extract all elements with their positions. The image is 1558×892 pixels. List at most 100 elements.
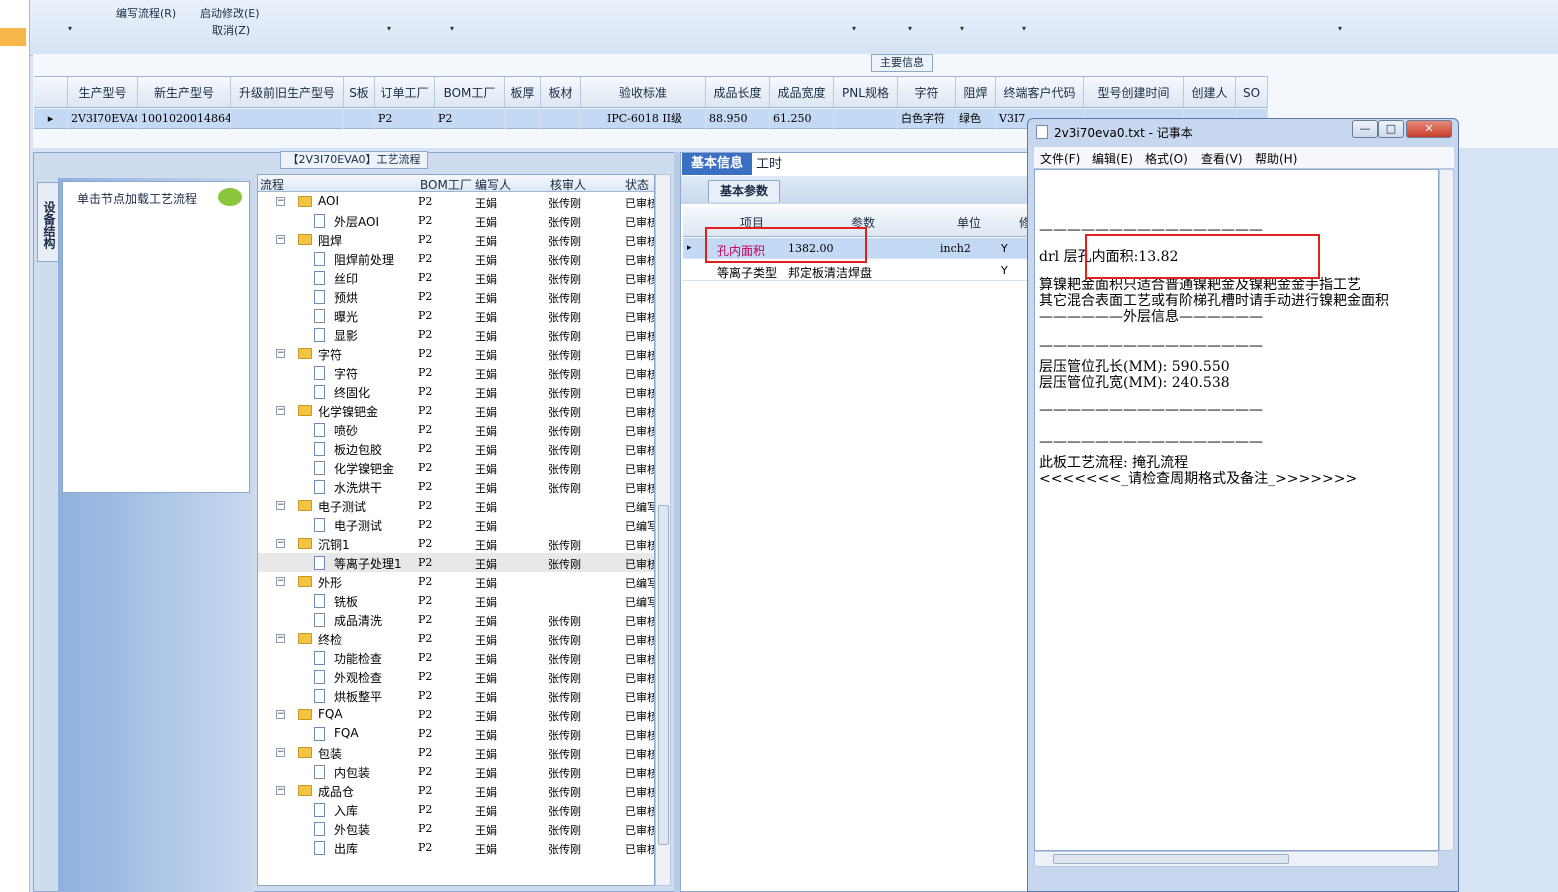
chevron-down-icon[interactable]: ▾ bbox=[68, 24, 72, 33]
collapse-icon[interactable]: − bbox=[276, 577, 285, 586]
tree-row[interactable]: 铣板 P2 王娟 已编写 bbox=[258, 591, 654, 610]
grid-col-header[interactable]: 板材 bbox=[541, 77, 581, 109]
grid-col-header[interactable]: 升级前旧生产型号 bbox=[231, 77, 344, 109]
chevron-down-icon[interactable]: ▾ bbox=[1338, 24, 1342, 33]
tree-row[interactable]: 丝印 P2 王娟 张传刚 已审核 bbox=[258, 268, 654, 287]
grid-col-header[interactable]: 型号创建时间 bbox=[1084, 77, 1184, 109]
tree-row[interactable]: 外包装 P2 王娟 张传刚 已审核 bbox=[258, 819, 654, 838]
collapse-icon[interactable]: − bbox=[276, 786, 285, 795]
grid-col-header[interactable]: 板厚 bbox=[505, 77, 541, 109]
chevron-down-icon[interactable]: ▾ bbox=[908, 24, 912, 33]
close-button[interactable]: ✕ bbox=[1406, 120, 1452, 138]
collapse-icon[interactable]: − bbox=[276, 501, 285, 510]
tree-col-header[interactable]: 状态 bbox=[625, 176, 649, 193]
tree-row[interactable]: 终固化 P2 王娟 张传刚 已审核 bbox=[258, 382, 654, 401]
menu-format[interactable]: 格式(O) bbox=[1145, 150, 1188, 167]
chevron-down-icon[interactable]: ▾ bbox=[852, 24, 856, 33]
collapse-icon[interactable]: − bbox=[276, 634, 285, 643]
tree-row[interactable]: − 电子测试 P2 王娟 已编写 bbox=[258, 496, 654, 515]
grid-col-header[interactable]: 订单工厂 bbox=[375, 77, 435, 109]
tree-scroll-thumb[interactable] bbox=[658, 505, 669, 845]
tree-col-header[interactable]: 核审人 bbox=[550, 176, 586, 193]
tree-row[interactable]: 水洗烘干 P2 王娟 张传刚 已审核 bbox=[258, 477, 654, 496]
collapse-icon[interactable]: − bbox=[276, 710, 285, 719]
chevron-down-icon[interactable]: ▾ bbox=[387, 24, 391, 33]
tree-row[interactable]: 阻焊前处理 P2 王娟 张传刚 已审核 bbox=[258, 249, 654, 268]
tree-row[interactable]: − 化学镍钯金 P2 王娟 张传刚 已审核 bbox=[258, 401, 654, 420]
tree-row[interactable]: 烘板整平 P2 王娟 张传刚 已审核 bbox=[258, 686, 654, 705]
collapse-icon[interactable]: − bbox=[276, 748, 285, 757]
grid-col-header[interactable]: 成品宽度 bbox=[770, 77, 834, 109]
tree-row[interactable]: 化学镍钯金 P2 王娟 张传刚 已审核 bbox=[258, 458, 654, 477]
ribbon-start-edit[interactable]: 启动修改(E) bbox=[200, 5, 260, 21]
collapse-icon[interactable]: − bbox=[276, 235, 285, 244]
notepad-vertical-scrollbar[interactable] bbox=[1439, 169, 1454, 851]
tree-row[interactable]: − 外形 P2 王娟 已编写 bbox=[258, 572, 654, 591]
grid-col-header[interactable]: BOM工厂 bbox=[435, 77, 505, 109]
grid-col-header[interactable]: 字符 bbox=[898, 77, 956, 109]
tree-row[interactable]: 板边包胶 P2 王娟 张传刚 已审核 bbox=[258, 439, 654, 458]
tree-row[interactable]: 喷砂 P2 王娟 张传刚 已审核 bbox=[258, 420, 654, 439]
chevron-down-icon[interactable]: ▾ bbox=[1022, 24, 1026, 33]
chevron-down-icon[interactable]: ▾ bbox=[450, 24, 454, 33]
tree-row[interactable]: 等离子处理1 P2 王娟 张传刚 已审核 bbox=[258, 553, 654, 572]
tree-row[interactable]: 外观检查 P2 王娟 张传刚 已审核 bbox=[258, 667, 654, 686]
tree-row[interactable]: 预烘 P2 王娟 张传刚 已审核 bbox=[258, 287, 654, 306]
tree-row[interactable]: − AOI P2 王娟 张传刚 已审核 bbox=[258, 192, 654, 211]
grid-col-header[interactable]: 创建人 bbox=[1184, 77, 1236, 109]
tree-row[interactable]: 外层AOI P2 王娟 张传刚 已审核 bbox=[258, 211, 654, 230]
ribbon-edit-flow[interactable]: 编写流程(R) bbox=[116, 5, 176, 21]
tree-row[interactable]: 成品清洗 P2 王娟 张传刚 已审核 bbox=[258, 610, 654, 629]
tree-row[interactable]: 显影 P2 王娟 张传刚 已审核 bbox=[258, 325, 654, 344]
collapse-icon[interactable]: − bbox=[276, 539, 285, 548]
menu-help[interactable]: 帮助(H) bbox=[1255, 150, 1297, 167]
collapse-icon[interactable]: − bbox=[276, 349, 285, 358]
chevron-down-icon[interactable]: ▾ bbox=[960, 24, 964, 33]
tree-row[interactable]: − 阻焊 P2 王娟 张传刚 已审核 bbox=[258, 230, 654, 249]
minimize-button[interactable]: — bbox=[1352, 120, 1378, 138]
collapse-icon[interactable]: − bbox=[276, 406, 285, 415]
notepad-hscroll-thumb[interactable] bbox=[1053, 854, 1289, 864]
tree-row[interactable]: 出库 P2 王娟 张传刚 已审核 bbox=[258, 838, 654, 857]
tree-col-header[interactable]: 流程 bbox=[260, 176, 284, 193]
grid-col-header[interactable]: PNL规格 bbox=[834, 77, 898, 109]
tree-row[interactable]: 功能检查 P2 王娟 张传刚 已审核 bbox=[258, 648, 654, 667]
tree-col-header[interactable]: 编写人 bbox=[475, 176, 511, 193]
grid-col-header[interactable]: 生产型号 bbox=[68, 77, 138, 109]
grid-col-header[interactable]: S板 bbox=[344, 77, 375, 109]
tree-col-header[interactable]: BOM工厂 bbox=[420, 176, 472, 193]
grid-col-header[interactable]: 新生产型号 bbox=[138, 77, 231, 109]
tree-row[interactable]: 字符 P2 王娟 张传刚 已审核 bbox=[258, 363, 654, 382]
ribbon-cancel[interactable]: 取消(Z) bbox=[212, 22, 250, 38]
grid-col-header[interactable]: 阻焊 bbox=[956, 77, 996, 109]
tab-device-structure[interactable]: 设备结构 bbox=[37, 182, 59, 262]
grid-col-header[interactable]: 验收标准 bbox=[581, 77, 706, 109]
tree-row[interactable]: FQA P2 王娟 张传刚 已审核 bbox=[258, 724, 654, 743]
param-row[interactable]: 等离子类型 邦定板清洁焊盘 Y bbox=[683, 260, 1030, 281]
maximize-button[interactable]: □ bbox=[1378, 120, 1404, 138]
grid-col-header[interactable]: 终端客户代码 bbox=[996, 77, 1084, 109]
tree-row[interactable]: − 成品仓 P2 王娟 张传刚 已审核 bbox=[258, 781, 654, 800]
collapse-icon[interactable]: − bbox=[276, 197, 285, 206]
tab-basic-info[interactable]: 基本信息 bbox=[682, 153, 752, 175]
tree-row[interactable]: 入库 P2 王娟 张传刚 已审核 bbox=[258, 800, 654, 819]
grid-col-header[interactable]: 成品长度 bbox=[706, 77, 770, 109]
tree-row[interactable]: − 字符 P2 王娟 张传刚 已审核 bbox=[258, 344, 654, 363]
tree-row[interactable]: − 包装 P2 王娟 张传刚 已审核 bbox=[258, 743, 654, 762]
grid-col-header[interactable]: SO bbox=[1236, 77, 1268, 109]
tab-work-hours[interactable]: 工时 bbox=[756, 155, 786, 175]
notepad-horizontal-scrollbar[interactable] bbox=[1034, 851, 1439, 867]
menu-view[interactable]: 查看(V) bbox=[1201, 150, 1243, 167]
tree-scrollbar[interactable] bbox=[655, 174, 671, 886]
load-hint-box[interactable]: 单击节点加载工艺流程 bbox=[62, 181, 250, 493]
tree-row[interactable]: − 终检 P2 王娟 张传刚 已审核 bbox=[258, 629, 654, 648]
tree-row[interactable]: 曝光 P2 王娟 张传刚 已审核 bbox=[258, 306, 654, 325]
subtab-basic-params[interactable]: 基本参数 bbox=[708, 180, 780, 202]
menu-file[interactable]: 文件(F) bbox=[1040, 150, 1080, 167]
menu-edit[interactable]: 编辑(E) bbox=[1092, 150, 1133, 167]
tree-row[interactable]: − 沉铜1 P2 王娟 张传刚 已审核 bbox=[258, 534, 654, 553]
tree-row[interactable]: − FQA P2 王娟 张传刚 已审核 bbox=[258, 705, 654, 724]
tree-row[interactable]: 电子测试 P2 王娟 已编写 bbox=[258, 515, 654, 534]
tree-cell-writer: 王娟 bbox=[475, 843, 497, 856]
tree-row[interactable]: 内包装 P2 王娟 张传刚 已审核 bbox=[258, 762, 654, 781]
